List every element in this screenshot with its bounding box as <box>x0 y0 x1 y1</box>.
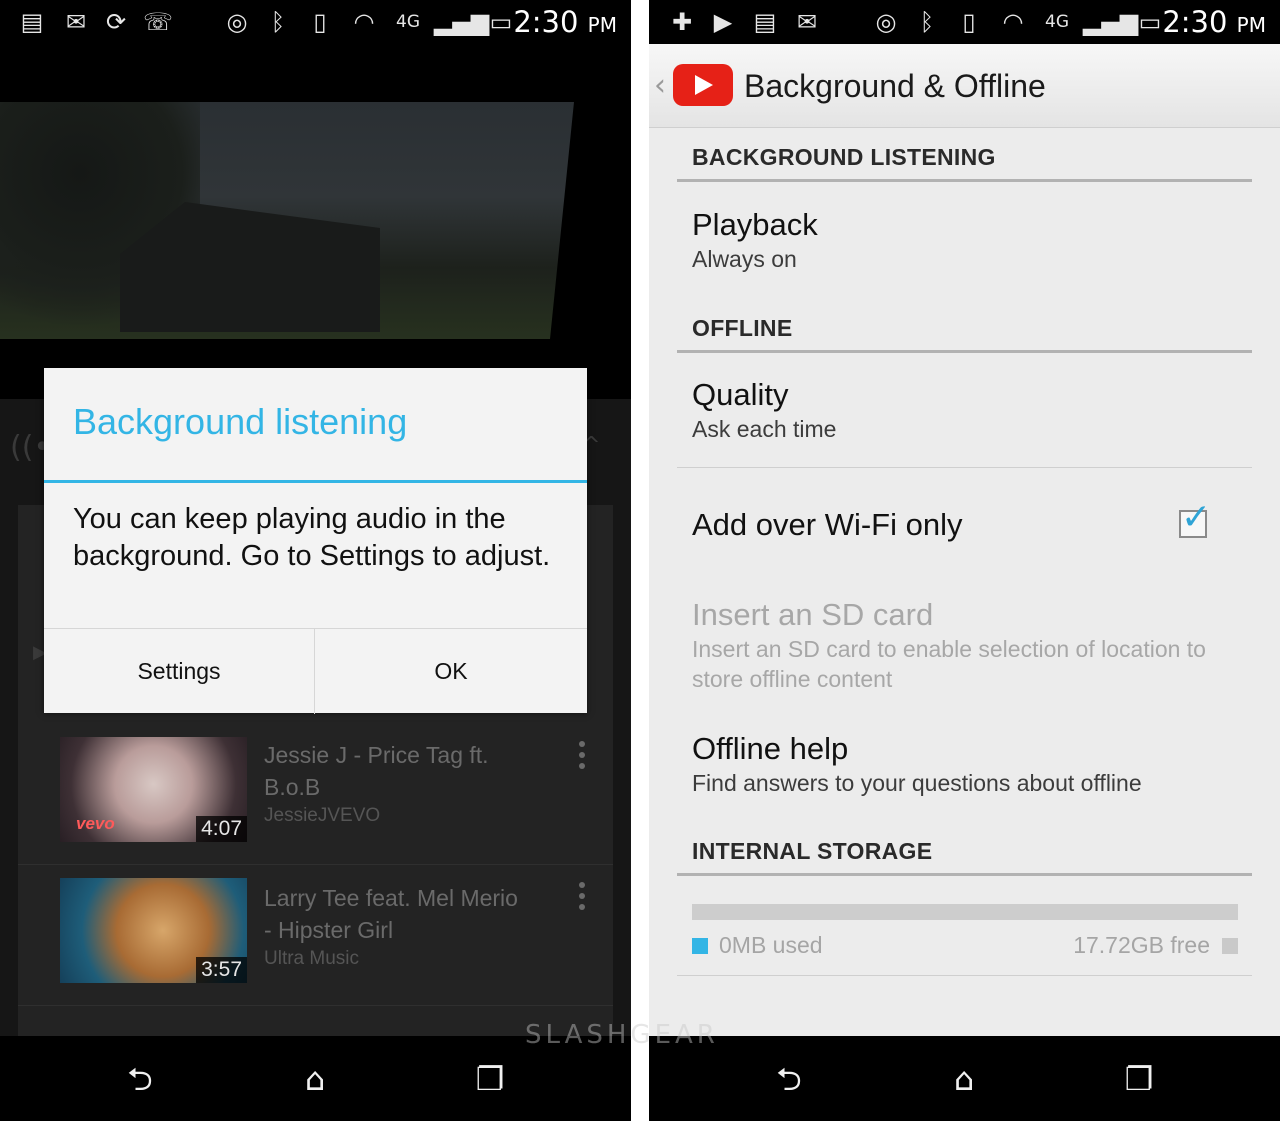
list-divider <box>677 467 1252 468</box>
vibrate-icon: ▯ <box>962 8 976 36</box>
add-icon: ✚ <box>671 8 693 36</box>
section-header-label: OFFLINE <box>692 315 793 341</box>
setting-title: Playback <box>692 207 818 242</box>
setting-title: Offline help <box>692 731 849 766</box>
signal-icon: ▂▄▆ <box>1083 8 1139 36</box>
overflow-menu-icon[interactable] <box>577 882 587 915</box>
location-icon: ◎ <box>875 8 897 36</box>
gallery-icon: ▤ <box>753 8 777 36</box>
status-clock: 2:30 PM <box>1162 5 1266 39</box>
gmail-icon: ✉ <box>796 8 818 36</box>
dialog-title: Background listening <box>73 401 408 442</box>
setting-summary: Insert an SD card to enable selection of… <box>692 636 1206 692</box>
status-clock: 2:30 PM <box>513 5 617 39</box>
youtube-icon: ▶ <box>713 8 733 36</box>
background-listening-dialog: Background listening You can keep playin… <box>44 368 587 714</box>
sync-icon: ⟳ <box>105 8 127 36</box>
home-icon[interactable]: ⌂ <box>295 1060 335 1098</box>
home-icon[interactable]: ⌂ <box>944 1060 984 1098</box>
action-bar: ‹ Background & Offline <box>649 44 1280 128</box>
gallery-icon: ▤ <box>20 8 44 36</box>
video-channel[interactable]: Ultra Music <box>264 948 359 970</box>
video-thumbnail[interactable]: 3:57 <box>60 878 247 983</box>
storage-used-swatch <box>692 938 708 954</box>
video-title[interactable]: Jessie J - Price Tag ft. B.o.B <box>264 739 524 803</box>
section-header-internal-storage: INTERNAL STORAGE <box>677 832 1252 876</box>
setting-summary: Ask each time <box>692 416 837 442</box>
network-type-label: 4G <box>396 12 420 32</box>
setting-title: Add over Wi-Fi only <box>692 507 963 542</box>
video-thumbnail[interactable]: vevo 4:07 <box>60 737 247 842</box>
navigation-bar: ⮌ ⌂ ❐ <box>649 1036 1280 1121</box>
section-header-label: INTERNAL STORAGE <box>692 838 933 864</box>
storage-usage-bar <box>692 904 1238 920</box>
quality-setting[interactable]: Quality Ask each time <box>692 376 836 444</box>
video-edge <box>550 102 580 339</box>
dialog-button-bar: Settings OK <box>44 628 587 714</box>
offline-help-setting[interactable]: Offline help Find answers to your questi… <box>692 730 1142 798</box>
signal-icon: ▂▄▆ <box>434 8 490 36</box>
list-divider <box>677 975 1252 976</box>
network-type-label: 4G <box>1045 12 1069 32</box>
section-header-background-listening: BACKGROUND LISTENING <box>677 138 1252 182</box>
video-list-item[interactable]: 3:57 Larry Tee feat. Mel Merio - Hipster… <box>18 866 613 1006</box>
gmail-icon: ✉ <box>65 8 87 36</box>
page-title: Background & Offline <box>744 68 1046 104</box>
back-icon[interactable]: ⮌ <box>120 1060 160 1098</box>
vibrate-icon: ▯ <box>313 8 327 36</box>
sd-card-setting: Insert an SD card Insert an SD card to e… <box>692 596 1232 694</box>
dialog-title-divider <box>44 480 587 483</box>
bluetooth-icon: ᛒ <box>919 8 935 36</box>
storage-free-swatch <box>1222 938 1238 954</box>
left-phone-screen: ▤ ✉ ⟳ ☏ ◎ ᛒ ▯ ◠ 4G ▂▄▆ ▭ 2:30 PM ((• ^ ▶… <box>0 0 631 1121</box>
setting-summary: Find answers to your questions about off… <box>692 770 1142 796</box>
checkmark-icon: ✓ <box>1181 497 1212 538</box>
bluetooth-icon: ᛒ <box>270 8 286 36</box>
video-channel[interactable]: JessieJVEVO <box>264 805 380 827</box>
missed-call-icon: ☏ <box>142 8 173 36</box>
wifi-icon: ◠ <box>353 8 375 36</box>
recent-apps-icon[interactable]: ❐ <box>470 1060 510 1098</box>
dialog-message: You can keep playing audio in the backgr… <box>73 503 551 572</box>
up-navigation-icon[interactable]: ‹ <box>654 70 666 102</box>
back-icon[interactable]: ⮌ <box>769 1060 809 1098</box>
right-phone-screen: ✚ ▶ ▤ ✉ ◎ ᛒ ▯ ◠ 4G ▂▄▆ ▭ 2:30 PM ‹ Backg… <box>649 0 1280 1121</box>
video-duration: 4:07 <box>196 816 247 842</box>
setting-summary: Always on <box>692 246 797 272</box>
wifi-icon: ◠ <box>1002 8 1024 36</box>
video-list-item[interactable]: vevo 4:07 Jessie J - Price Tag ft. B.o.B… <box>18 725 613 865</box>
ok-button[interactable]: OK <box>315 629 587 714</box>
watermark: SLASHGEAR <box>525 1020 719 1050</box>
location-icon: ◎ <box>226 8 248 36</box>
video-player[interactable] <box>0 44 631 399</box>
section-header-label: BACKGROUND LISTENING <box>692 144 996 170</box>
status-bar: ✚ ▶ ▤ ✉ ◎ ᛒ ▯ ◠ 4G ▂▄▆ ▭ 2:30 PM <box>649 0 1280 44</box>
wifi-only-checkbox[interactable]: ✓ <box>1179 498 1211 538</box>
playback-setting[interactable]: Playback Always on <box>692 206 818 274</box>
video-frame[interactable] <box>0 102 580 339</box>
status-bar: ▤ ✉ ⟳ ☏ ◎ ᛒ ▯ ◠ 4G ▂▄▆ ▭ 2:30 PM <box>0 0 631 44</box>
video-duration: 3:57 <box>196 957 247 983</box>
section-header-offline: OFFLINE <box>677 309 1252 353</box>
storage-free-label: 17.72GB free <box>1073 932 1210 958</box>
recent-apps-icon[interactable]: ❐ <box>1119 1060 1159 1098</box>
storage-used-label: 0MB used <box>719 932 823 958</box>
vevo-badge: vevo <box>76 814 115 833</box>
setting-title: Quality <box>692 377 789 412</box>
overflow-menu-icon[interactable] <box>577 741 587 774</box>
video-title[interactable]: Larry Tee feat. Mel Merio - Hipster Girl <box>264 882 524 946</box>
setting-title: Insert an SD card <box>692 597 934 632</box>
wifi-only-setting[interactable]: Add over Wi-Fi only <box>692 506 962 544</box>
screenshot-divider <box>631 0 649 1121</box>
youtube-logo-icon[interactable] <box>673 64 733 106</box>
settings-button[interactable]: Settings <box>44 629 315 714</box>
